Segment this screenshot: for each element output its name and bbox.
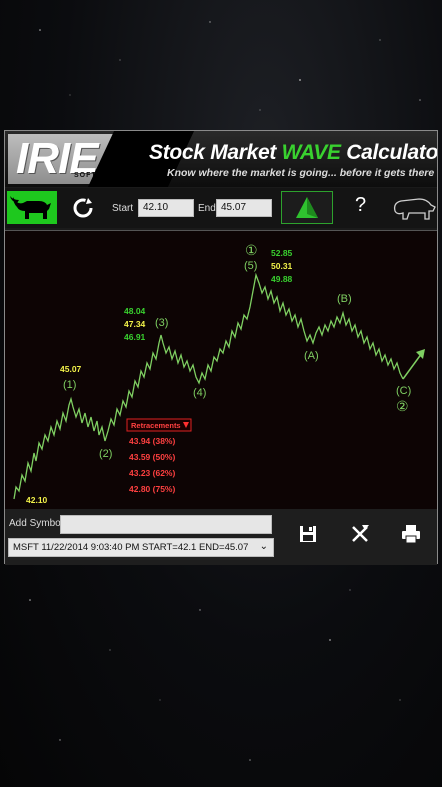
- end-label: End: [198, 203, 216, 214]
- app-title: Stock Market WAVE Calculator: [149, 141, 437, 164]
- up-triangle-icon: [296, 197, 318, 218]
- wave-a-label: (A): [304, 350, 319, 362]
- bear-icon: [393, 198, 436, 220]
- wave-direction-up-button[interactable]: [281, 191, 333, 224]
- projection-arrowhead: [416, 349, 425, 359]
- wave-5-label: (5): [244, 260, 257, 272]
- title-wave-word: WAVE: [281, 141, 341, 164]
- retracements-title: Retracements: [131, 421, 181, 430]
- wave-c-label: (C): [396, 385, 411, 397]
- save-icon[interactable]: [295, 521, 321, 547]
- bull-button[interactable]: [7, 191, 57, 224]
- print-icon[interactable]: [398, 521, 424, 547]
- wave-3-label: (3): [155, 317, 168, 329]
- start-price-input[interactable]: 42.10: [138, 199, 194, 217]
- bull-icon: [10, 196, 51, 219]
- bottom-panel: Add Symbol MSFT 11/22/2014 9:03:40 PM ST…: [5, 509, 437, 565]
- wave-2-label: (2): [99, 448, 112, 460]
- retracements-panel: Retracements 43.94 (38%) 43.59 (50%) 43.…: [126, 418, 192, 494]
- wave-1-price: 45.07: [60, 364, 82, 374]
- start-price-label: 42.10: [26, 495, 48, 505]
- wave-b-label: (B): [337, 293, 352, 305]
- add-symbol-input[interactable]: [60, 515, 272, 534]
- wave-3-target-1: 48.04: [124, 306, 146, 316]
- wave-chart: (1) (2) (3) (4) ① (5) (A) (B) (C) ② 42.1…: [5, 230, 437, 510]
- projection-arrow: [402, 352, 423, 380]
- refresh-icon[interactable]: [71, 196, 95, 220]
- end-price-input[interactable]: 45.07: [216, 199, 272, 217]
- retracement-50: 43.59 (50%): [129, 452, 175, 462]
- clear-icon[interactable]: [347, 521, 373, 547]
- app-window: IRIE SOFTWARE Stock Market WAVE Calculat…: [4, 130, 438, 565]
- bear-button[interactable]: [389, 191, 437, 224]
- add-symbol-label: Add Symbol: [9, 518, 63, 529]
- selected-entry-text: MSFT 11/22/2014 9:03:40 PM START=42.1 EN…: [13, 542, 249, 553]
- app-tagline: Know where the market is going... before…: [167, 167, 435, 179]
- start-label: Start: [112, 203, 134, 214]
- wave-5-circle-label: ①: [245, 242, 258, 258]
- wave-3-target-3: 46.91: [124, 332, 146, 342]
- chevron-down-icon: ⌄: [259, 541, 268, 552]
- wave-5-target-1: 52.85: [271, 248, 293, 258]
- retracement-75: 42.80 (75%): [129, 484, 175, 494]
- header-banner: IRIE SOFTWARE Stock Market WAVE Calculat…: [5, 131, 437, 187]
- retracement-62: 43.23 (62%): [129, 468, 175, 478]
- retracement-38: 43.94 (38%): [129, 436, 175, 446]
- help-button[interactable]: ?: [355, 194, 366, 217]
- wave-3-target-2: 47.34: [124, 319, 146, 329]
- toolbar: Start 42.10 End 45.07 ?: [5, 188, 437, 228]
- wave-5-target-3: 49.88: [271, 274, 293, 284]
- wave-1-label: (1): [63, 379, 76, 391]
- wave-5-target-2: 50.31: [271, 261, 293, 271]
- saved-entries-select[interactable]: MSFT 11/22/2014 9:03:40 PM START=42.1 EN…: [8, 538, 274, 557]
- wave-4-label: (4): [193, 387, 206, 399]
- wave-2-circle-label: ②: [396, 398, 409, 414]
